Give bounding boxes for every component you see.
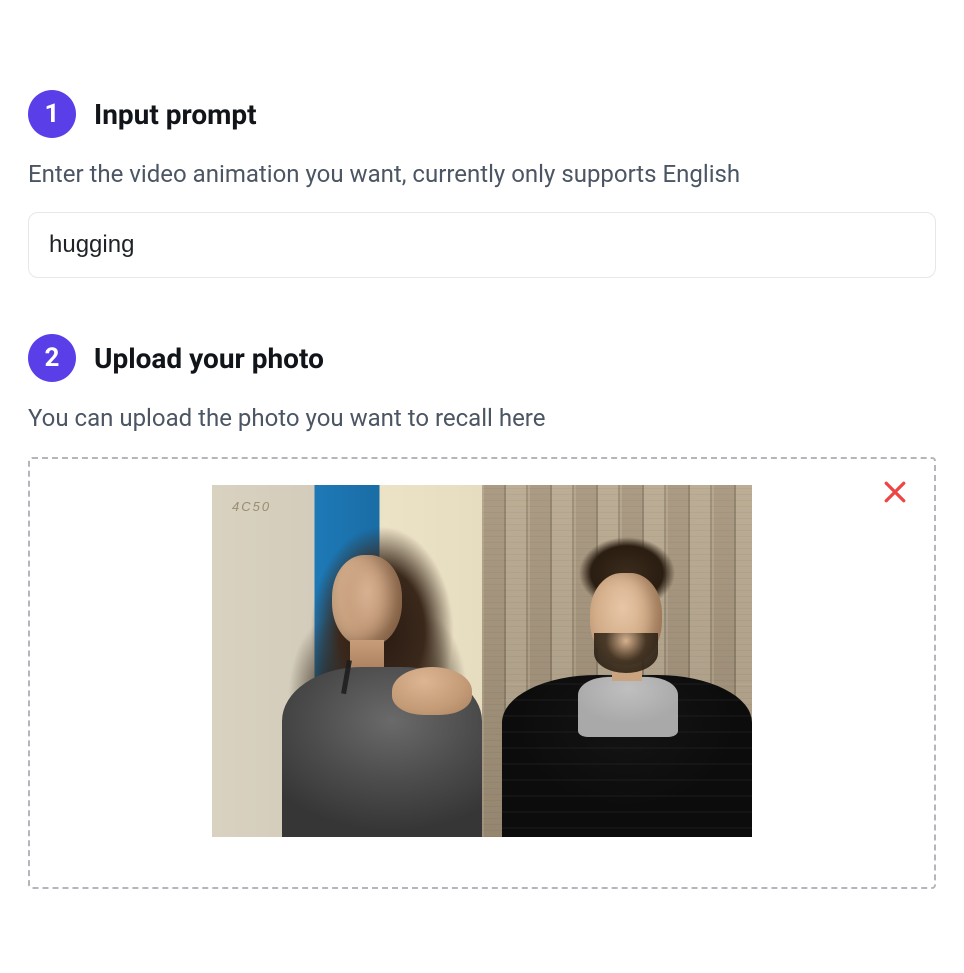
photo-upload-zone[interactable]: 4C50 [28,457,936,889]
step-1-section: 1 Input prompt Enter the video animation… [28,90,936,278]
close-icon [880,477,910,507]
step-1-description: Enter the video animation you want, curr… [28,158,936,190]
step-2-title: Upload your photo [94,342,324,375]
step-1-title: Input prompt [94,98,257,131]
step-1-badge: 1 [28,90,76,138]
step-2-heading: 2 Upload your photo [28,334,936,382]
step-2-section: 2 Upload your photo You can upload the p… [28,334,936,888]
step-1-heading: 1 Input prompt [28,90,936,138]
uploaded-photo-right [482,485,752,837]
page: 1 Input prompt Enter the video animation… [0,0,964,973]
step-2-description: You can upload the photo you want to rec… [28,402,936,434]
uploaded-photo-left: 4C50 [212,485,482,837]
uploaded-photo: 4C50 [212,485,752,837]
prompt-input[interactable] [28,212,936,278]
step-2-badge: 2 [28,334,76,382]
remove-photo-button[interactable] [878,475,912,509]
